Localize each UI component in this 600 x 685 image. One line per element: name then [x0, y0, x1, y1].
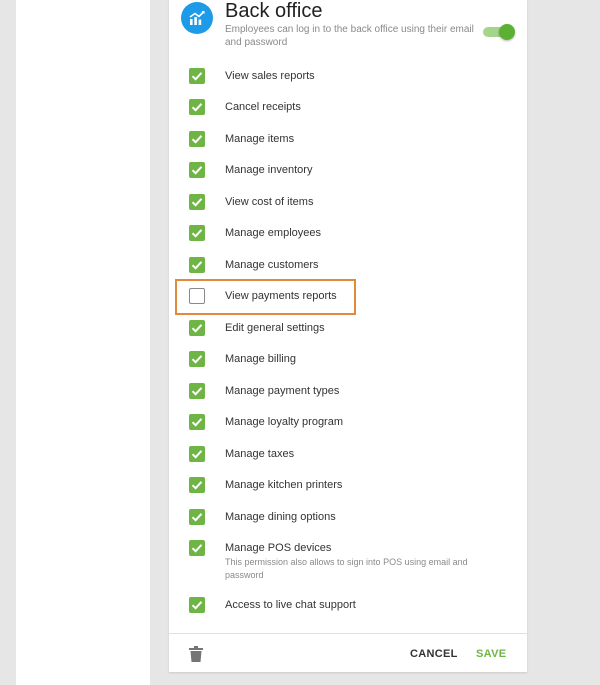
save-button[interactable]: SAVE: [476, 647, 506, 661]
permission-row[interactable]: Cancel receipts: [169, 95, 527, 119]
cancel-button[interactable]: CANCEL: [410, 647, 458, 661]
checkbox-checked[interactable]: [189, 225, 205, 241]
checkbox-checked[interactable]: [189, 162, 205, 178]
checkbox-checked[interactable]: [189, 383, 205, 399]
permission-row[interactable]: View sales reports: [169, 64, 527, 88]
permission-label: Edit general settings: [225, 322, 325, 334]
permission-label: Manage POS devices: [225, 542, 332, 554]
checkbox-checked[interactable]: [189, 131, 205, 147]
left-footer: [16, 672, 93, 685]
card-header: Back office Employees can log in to the …: [169, 0, 527, 56]
checkbox-checked[interactable]: [189, 194, 205, 210]
checkbox-checked[interactable]: [189, 99, 205, 115]
permission-row[interactable]: View payments reports: [169, 284, 527, 308]
permission-row[interactable]: Manage dining options: [169, 505, 527, 529]
permission-label: Manage kitchen printers: [225, 479, 343, 491]
checkbox-checked[interactable]: [189, 540, 205, 556]
permission-label: Access to live chat support: [225, 599, 356, 611]
checkbox-checked[interactable]: [189, 320, 205, 336]
chart-icon: [181, 2, 213, 34]
checkbox-checked[interactable]: [189, 68, 205, 84]
permission-description: This permission also allows to sign into…: [225, 557, 468, 580]
permission-row[interactable]: Manage billing: [169, 347, 527, 371]
permission-row[interactable]: Manage loyalty program: [169, 410, 527, 434]
checkbox-checked[interactable]: [189, 414, 205, 430]
permission-row[interactable]: Manage taxes: [169, 442, 527, 466]
permission-row[interactable]: Manage items: [169, 127, 527, 151]
checkbox-checked[interactable]: [189, 257, 205, 273]
permission-label: Manage billing: [225, 353, 296, 365]
permission-row[interactable]: Manage POS devices This permission also a…: [169, 536, 527, 580]
footer-divider: [169, 633, 527, 634]
permission-row[interactable]: Access to live chat support: [169, 593, 527, 617]
toggle-thumb: [499, 24, 515, 40]
permission-label: Manage customers: [225, 259, 319, 271]
checkbox-checked[interactable]: [189, 351, 205, 367]
permission-row[interactable]: Manage payment types: [169, 379, 527, 403]
permission-row[interactable]: Manage customers: [169, 253, 527, 277]
permission-row[interactable]: Manage kitchen printers: [169, 473, 527, 497]
permission-row[interactable]: View cost of items: [169, 190, 527, 214]
permission-label: Manage items: [225, 133, 295, 145]
trash-icon[interactable]: [189, 646, 203, 662]
checkbox-checked[interactable]: [189, 597, 205, 613]
checkbox-checked[interactable]: [189, 477, 205, 493]
permission-label: Cancel receipts: [225, 101, 301, 113]
permission-label: Manage taxes: [225, 448, 295, 460]
back-office-toggle[interactable]: [483, 24, 515, 40]
left-panel: [16, 0, 150, 685]
permission-row[interactable]: Manage employees: [169, 221, 527, 245]
page-subtitle: Employees can log in to the back office …: [225, 24, 474, 48]
permission-row[interactable]: Manage inventory: [169, 158, 527, 182]
permission-label: Manage payment types: [225, 385, 340, 397]
permission-row[interactable]: Edit general settings: [169, 316, 527, 340]
checkbox-checked[interactable]: [189, 446, 205, 462]
permission-label: View payments reports: [225, 290, 337, 302]
permission-label: Manage dining options: [225, 511, 336, 523]
permission-label: View cost of items: [225, 196, 314, 208]
permission-label: Manage employees: [225, 227, 322, 239]
permission-label: Manage loyalty program: [225, 416, 344, 428]
checkbox-unchecked[interactable]: [189, 288, 205, 304]
checkbox-checked[interactable]: [189, 509, 205, 525]
permission-label: View sales reports: [225, 70, 315, 82]
page-title: Back office: [225, 0, 323, 22]
back-office-card: Back office Employees can log in to the …: [169, 0, 527, 672]
permission-label: Manage inventory: [225, 164, 313, 176]
